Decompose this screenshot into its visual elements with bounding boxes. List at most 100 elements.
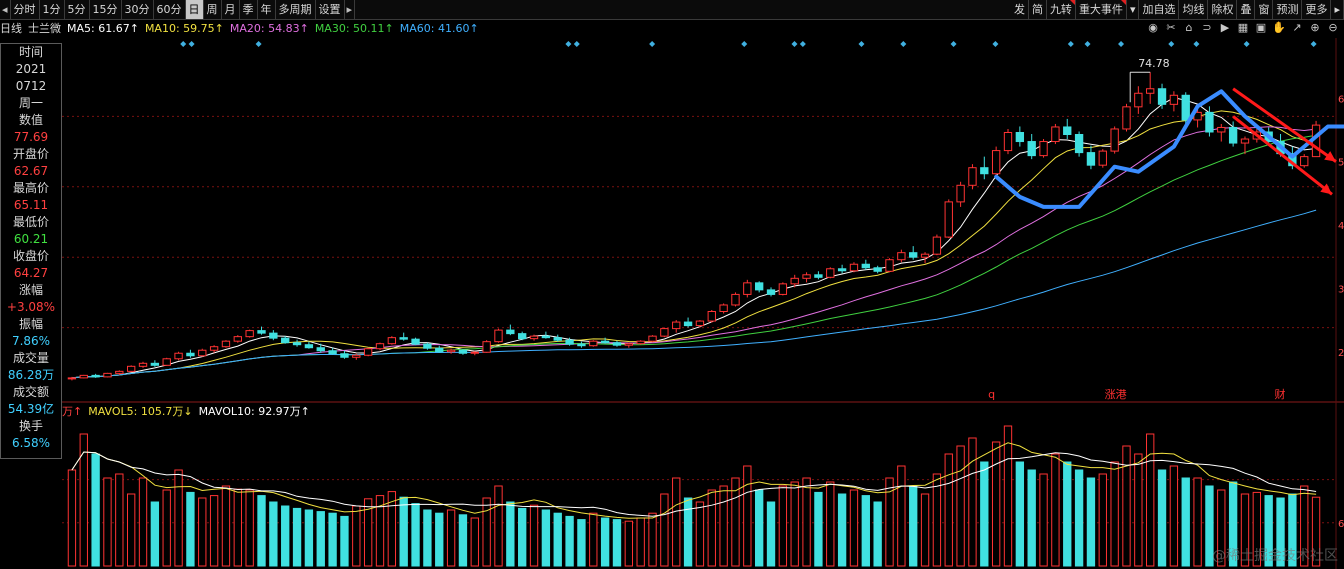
candlestick[interactable] xyxy=(553,334,562,342)
candlestick[interactable] xyxy=(482,340,491,353)
candlestick[interactable] xyxy=(683,317,693,328)
candlestick[interactable] xyxy=(281,336,290,344)
candlestick[interactable] xyxy=(660,327,669,338)
candlestick[interactable] xyxy=(991,146,1001,176)
candlestick[interactable] xyxy=(1063,118,1072,140)
candlestick[interactable] xyxy=(932,234,942,256)
volume-bar[interactable] xyxy=(861,495,870,567)
volume-bar[interactable] xyxy=(399,496,408,567)
volume-bar[interactable] xyxy=(956,445,965,567)
candlestick[interactable] xyxy=(956,181,965,207)
volume-bar[interactable] xyxy=(162,489,171,567)
volume-bar[interactable] xyxy=(79,433,88,567)
candlestick[interactable] xyxy=(909,246,918,260)
candlestick[interactable] xyxy=(1169,91,1179,112)
kline-chart[interactable]: 6 5 4 3 2 6 74.78 q 涨港 财 xyxy=(0,0,1344,569)
candlestick[interactable] xyxy=(363,347,373,357)
candlestick[interactable] xyxy=(1098,149,1107,168)
volume-bar[interactable] xyxy=(980,461,989,567)
volume-bar[interactable] xyxy=(672,477,681,567)
candlestick[interactable] xyxy=(636,340,645,345)
candlestick[interactable] xyxy=(269,330,278,341)
volume-bar[interactable] xyxy=(1074,469,1084,567)
candlestick[interactable] xyxy=(1027,134,1036,160)
candlestick[interactable] xyxy=(885,258,894,273)
volume-bar[interactable] xyxy=(174,469,183,567)
candlestick[interactable] xyxy=(802,272,811,283)
event-marker[interactable]: q xyxy=(988,388,995,401)
volume-bar[interactable] xyxy=(494,485,503,567)
volume-bar[interactable] xyxy=(837,493,847,567)
candlestick[interactable] xyxy=(233,335,242,343)
volume-bar[interactable] xyxy=(719,485,728,567)
candlestick[interactable] xyxy=(672,320,681,333)
candlestick[interactable] xyxy=(411,337,420,346)
candlestick[interactable] xyxy=(1086,145,1096,170)
candlestick[interactable] xyxy=(577,341,586,348)
volume-bar[interactable] xyxy=(636,517,645,567)
event-marker[interactable]: 财 xyxy=(1275,387,1286,401)
candlestick[interactable] xyxy=(198,348,207,357)
volume-bar[interactable] xyxy=(683,497,693,567)
volume-bar[interactable] xyxy=(802,477,811,567)
volume-bar[interactable] xyxy=(1169,465,1179,567)
candlestick[interactable] xyxy=(1110,126,1119,154)
candlestick[interactable] xyxy=(612,340,622,347)
candlestick[interactable] xyxy=(399,332,408,341)
candlestick[interactable] xyxy=(861,259,870,270)
volume-bar[interactable] xyxy=(743,465,752,567)
candlestick[interactable] xyxy=(1122,103,1131,132)
candlestick[interactable] xyxy=(435,345,444,353)
volume-bar[interactable] xyxy=(150,501,160,567)
candlestick[interactable] xyxy=(814,271,823,280)
volume-bar[interactable] xyxy=(1086,477,1096,567)
volume-bar[interactable] xyxy=(115,473,124,567)
volume-bar[interactable] xyxy=(707,489,716,567)
candlestick[interactable] xyxy=(766,287,776,297)
candlestick[interactable] xyxy=(375,342,385,351)
volume-bar[interactable] xyxy=(529,504,539,567)
volume-bar[interactable] xyxy=(103,477,112,567)
volume-bar[interactable] xyxy=(470,517,479,567)
volume-bar[interactable] xyxy=(292,507,302,567)
volume-bar[interactable] xyxy=(1039,473,1048,567)
volume-bar[interactable] xyxy=(1134,453,1143,567)
volume-bar[interactable] xyxy=(245,489,254,567)
candlestick[interactable] xyxy=(778,282,788,296)
candlestick[interactable] xyxy=(126,365,136,372)
volume-bar[interactable] xyxy=(1098,473,1107,567)
volume-bar[interactable] xyxy=(944,453,953,567)
volume-bar[interactable] xyxy=(435,512,444,567)
candlestick[interactable] xyxy=(589,340,598,347)
candlestick[interactable] xyxy=(719,303,728,314)
volume-bar[interactable] xyxy=(1063,461,1072,567)
candlestick[interactable] xyxy=(91,373,100,378)
volume-bar[interactable] xyxy=(624,520,634,567)
candlestick[interactable] xyxy=(1003,128,1013,155)
candlestick[interactable] xyxy=(138,361,148,368)
volume-bar[interactable] xyxy=(423,509,432,567)
candlestick[interactable] xyxy=(174,351,183,361)
volume-bar[interactable] xyxy=(126,493,136,567)
volume-bar[interactable] xyxy=(1157,469,1167,567)
candlestick[interactable] xyxy=(1217,123,1226,142)
candlestick[interactable] xyxy=(849,262,859,273)
volume-bar[interactable] xyxy=(897,465,906,567)
volume-bar[interactable] xyxy=(257,495,266,567)
volume-bar[interactable] xyxy=(565,515,574,567)
candlestick[interactable] xyxy=(968,164,977,190)
volume-bar[interactable] xyxy=(766,501,776,567)
candlestick[interactable] xyxy=(150,360,160,367)
volume-bar[interactable] xyxy=(1181,477,1190,567)
candlestick[interactable] xyxy=(506,324,515,336)
volume-bar[interactable] xyxy=(91,453,100,567)
candlestick[interactable] xyxy=(1134,86,1143,114)
candlestick[interactable] xyxy=(458,349,468,355)
candlestick[interactable] xyxy=(897,249,906,263)
volume-bar[interactable] xyxy=(304,509,314,567)
volume-bar[interactable] xyxy=(446,509,456,567)
volume-bar[interactable] xyxy=(269,501,278,567)
candlestick[interactable] xyxy=(980,156,989,180)
volume-bar[interactable] xyxy=(589,512,598,567)
volume-bar[interactable] xyxy=(198,497,207,567)
